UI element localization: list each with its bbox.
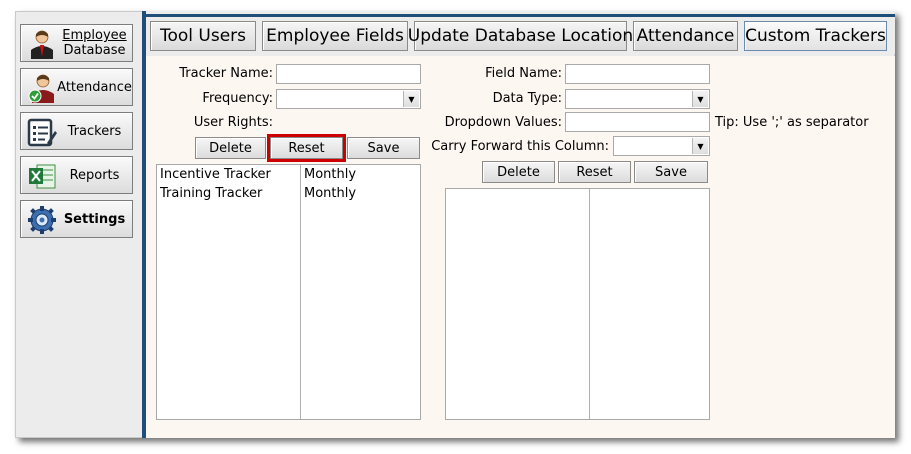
field-save-button[interactable]: Save [634, 161, 708, 183]
sidebar-item-settings[interactable]: Settings [20, 200, 133, 238]
field-reset-button[interactable]: Reset [558, 161, 631, 183]
tab-attendance[interactable]: Attendance [633, 21, 738, 51]
reports-icon [29, 164, 56, 189]
tracker-frequency-cell: Monthly [304, 186, 357, 201]
tracker-name-input[interactable] [276, 64, 421, 84]
tracker-frequency-cell: Monthly [304, 167, 357, 182]
sidebar-item-label: Employee Database [62, 28, 127, 58]
tracker-reset-button[interactable]: Reset [267, 134, 346, 162]
field-list[interactable] [445, 188, 710, 420]
sidebar-item-attendance[interactable]: Attendance [20, 68, 133, 106]
chevron-down-icon[interactable]: ▼ [692, 138, 708, 154]
tracker-save-button[interactable]: Save [347, 137, 420, 159]
field-name-label: Field Name: [485, 66, 562, 81]
tracker-list[interactable]: Incentive Tracker Monthly Training Track… [156, 164, 421, 420]
app-window: Employee Database Attendance Trackers Re… [15, 11, 895, 438]
sidebar: Employee Database Attendance Trackers Re… [15, 11, 142, 438]
table-row[interactable]: Training Tracker Monthly [157, 185, 420, 204]
user-rights-label: User Rights: [193, 115, 273, 130]
sidebar-item-label: Attendance [57, 79, 132, 95]
tracker-name-cell: Incentive Tracker [160, 167, 271, 182]
dropdown-values-label: Dropdown Values: [444, 115, 562, 130]
tab-tool-users[interactable]: Tool Users [150, 21, 256, 51]
sidebar-item-label: Settings [63, 211, 126, 227]
sidebar-item-label: Reports [69, 167, 120, 183]
frequency-select[interactable]: ▼ [276, 89, 421, 109]
tracker-name-cell: Training Tracker [160, 186, 263, 201]
tab-custom-trackers[interactable]: Custom Trackers [744, 21, 887, 51]
separator-tip: Tip: Use ';' as separator [715, 115, 869, 130]
column-separator [589, 189, 590, 419]
field-delete-button[interactable]: Delete [482, 161, 555, 183]
tab-bar-line [146, 14, 895, 17]
custom-trackers-panel: Tracker Name: Frequency: ▼ User Rights: … [146, 56, 895, 438]
attendance-icon [28, 74, 54, 103]
tracker-name-label: Tracker Name: [179, 66, 273, 81]
data-type-select[interactable]: ▼ [565, 89, 710, 109]
sidebar-item-reports[interactable]: Reports [20, 156, 133, 194]
carry-forward-label: Carry Forward this Column: [431, 139, 609, 154]
settings-icon [28, 206, 56, 234]
employee-database-icon [31, 30, 53, 59]
sidebar-item-label: Trackers [67, 123, 122, 139]
tab-employee-fields[interactable]: Employee Fields [262, 21, 408, 51]
tracker-delete-button[interactable]: Delete [195, 137, 266, 159]
sidebar-item-trackers[interactable]: Trackers [20, 112, 133, 150]
frequency-label: Frequency: [202, 91, 273, 106]
sidebar-item-employee-database[interactable]: Employee Database [20, 24, 133, 62]
tab-bar: Tool Users Employee Fields Update Databa… [146, 11, 895, 54]
carry-forward-select[interactable]: ▼ [613, 136, 710, 156]
trackers-icon [27, 118, 57, 147]
chevron-down-icon[interactable]: ▼ [403, 91, 419, 107]
chevron-down-icon[interactable]: ▼ [692, 91, 708, 107]
field-name-input[interactable] [565, 64, 710, 84]
tab-update-database-location[interactable]: Update Database Location [408, 21, 633, 51]
dropdown-values-input[interactable] [565, 112, 710, 132]
data-type-label: Data Type: [492, 91, 562, 106]
table-row[interactable]: Incentive Tracker Monthly [157, 166, 420, 185]
